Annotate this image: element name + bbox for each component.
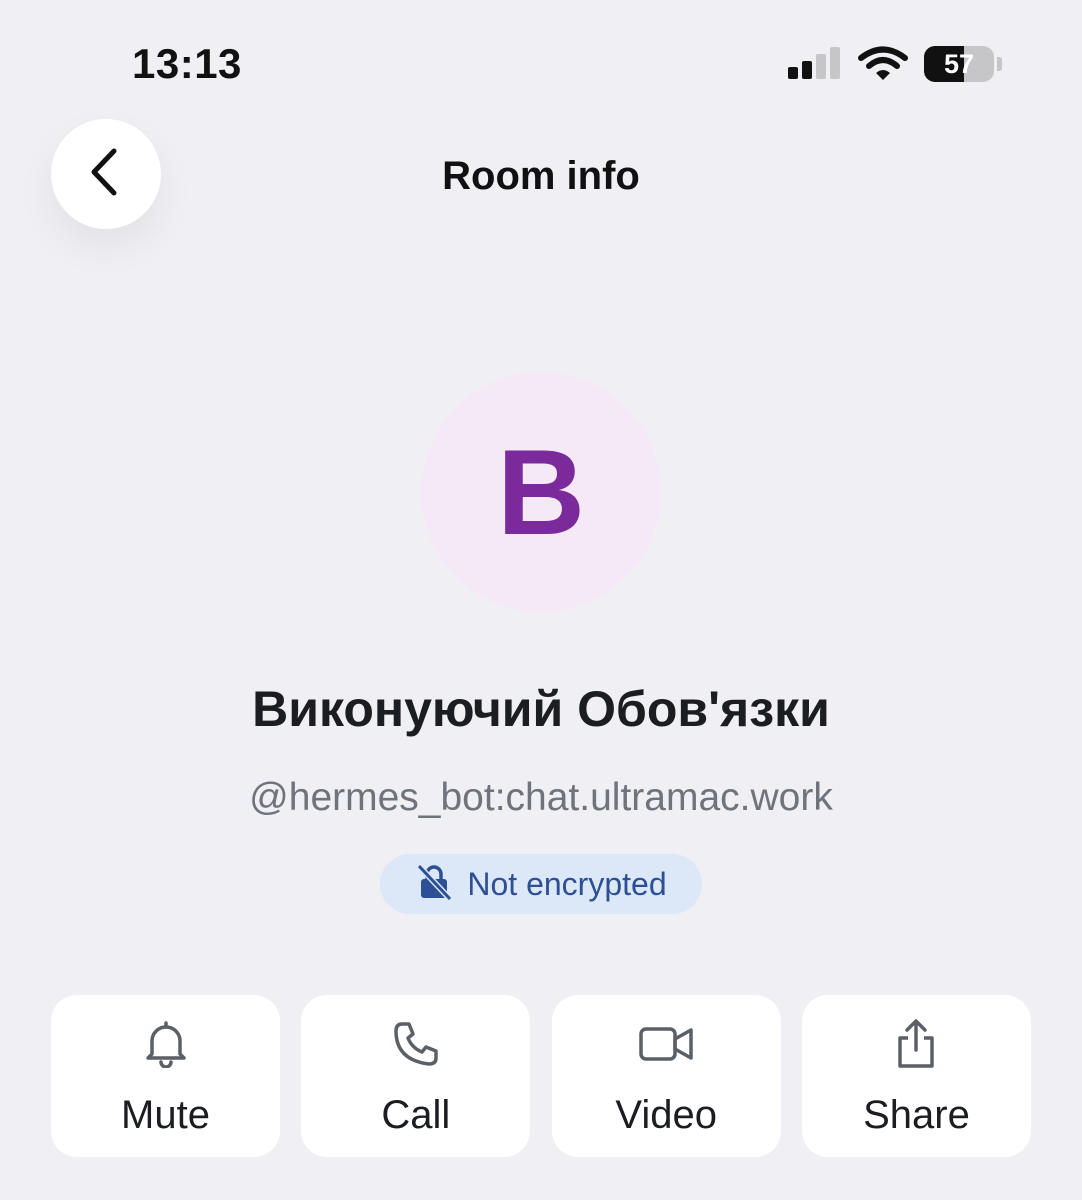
- mute-label: Mute: [121, 1093, 210, 1137]
- phone-icon: [392, 1019, 440, 1069]
- room-id: @hermes_bot:chat.ultramac.work: [249, 776, 833, 819]
- wifi-icon: [858, 45, 908, 83]
- share-button[interactable]: Share: [801, 995, 1031, 1157]
- mute-button[interactable]: Mute: [51, 995, 280, 1157]
- status-icons: 57: [786, 44, 1002, 84]
- battery-icon: 57: [924, 46, 994, 82]
- call-label: Call: [381, 1093, 451, 1137]
- avatar-letter: B: [496, 424, 586, 560]
- video-camera-icon: [638, 1019, 694, 1069]
- encryption-label: Not encrypted: [467, 865, 667, 902]
- battery-percent: 57: [943, 48, 975, 79]
- video-label: Video: [615, 1093, 717, 1137]
- bell-icon: [144, 1019, 188, 1069]
- lock-off-icon: [415, 863, 453, 906]
- share-icon: [894, 1019, 938, 1069]
- status-time: 13:13: [132, 40, 242, 87]
- room-name: Виконуючий Обов'язки: [252, 681, 830, 737]
- action-bar: Mute Call Video Share: [51, 995, 1031, 1157]
- video-button[interactable]: Video: [551, 995, 781, 1157]
- encryption-badge: Not encrypted: [380, 854, 702, 914]
- share-label: Share: [863, 1093, 970, 1137]
- battery-nub: [997, 57, 1002, 71]
- call-button[interactable]: Call: [301, 995, 531, 1157]
- signal-icon: [786, 45, 842, 83]
- avatar: B: [421, 372, 661, 612]
- page-title: Room info: [442, 154, 640, 198]
